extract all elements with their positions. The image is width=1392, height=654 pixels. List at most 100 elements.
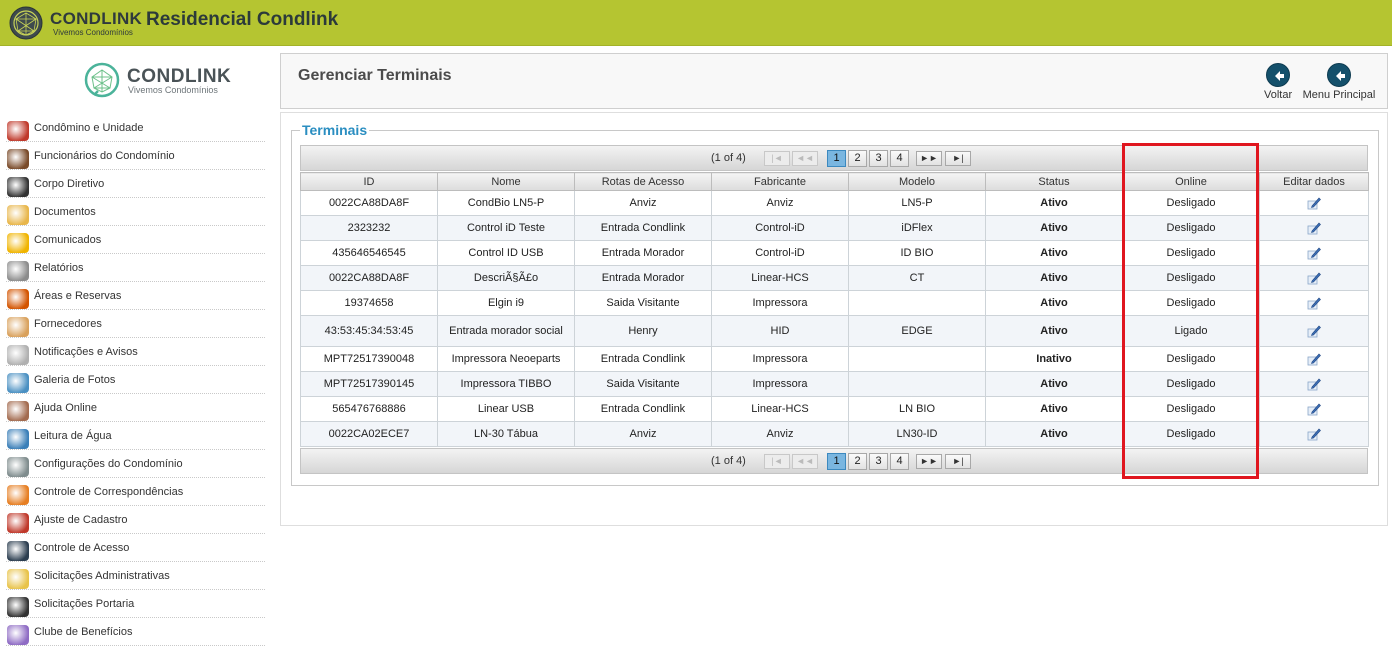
cell-status: Ativo [985, 421, 1123, 447]
pager-first-button[interactable]: |◄ [764, 454, 790, 469]
column-header-fabricante[interactable]: Fabricante [711, 172, 849, 191]
sidebar-item[interactable]: Controle de Correspondências [6, 478, 265, 506]
pager-page-4[interactable]: 4 [890, 453, 909, 470]
edit-pencil-icon[interactable] [1306, 195, 1322, 211]
pager-page-1[interactable]: 1 [827, 453, 846, 470]
sidebar-item[interactable]: Solicitações Administrativas [6, 562, 265, 590]
sidebar-item[interactable]: Fornecedores [6, 310, 265, 338]
pager-page-4[interactable]: 4 [890, 150, 909, 167]
cell-nome: Control ID USB [437, 240, 575, 266]
brand-tagline: Vivemos Condomínios [53, 28, 133, 37]
sidebar-item[interactable]: Funcionários do Condomínio [6, 142, 265, 170]
column-header-nome[interactable]: Nome [437, 172, 575, 191]
sidebar-item[interactable]: Áreas e Reservas [6, 282, 265, 310]
sidebar-item[interactable]: Comunicados [6, 226, 265, 254]
sidebar-item[interactable]: Condômino e Unidade [6, 114, 265, 142]
cell-id: 0022CA88DA8F [300, 190, 438, 216]
table-row[interactable]: 43:53:45:34:53:45 Entrada morador social H… [300, 315, 1369, 347]
report-icon [7, 261, 29, 281]
cell-editar [1259, 396, 1369, 422]
sidebar-item[interactable]: Controle de Acesso [6, 534, 265, 562]
sidebar-item[interactable]: Leitura de Água [6, 422, 265, 450]
sidebar-item[interactable]: Configurações do Condomínio [6, 450, 265, 478]
edit-pencil-icon[interactable] [1306, 220, 1322, 236]
edit-pencil-icon[interactable] [1306, 270, 1322, 286]
sidebar-item[interactable]: Documentos [6, 198, 265, 226]
column-header-id[interactable]: ID [300, 172, 438, 191]
water-icon [7, 429, 29, 449]
condlink-logo-icon[interactable] [8, 5, 44, 41]
pager-first-button[interactable]: |◄ [764, 151, 790, 166]
pager-prev-button[interactable]: ◄◄ [792, 151, 818, 166]
pager-last-button[interactable]: ►| [945, 454, 971, 469]
sidebar-item[interactable]: Solicitações Portaria [6, 590, 265, 618]
table-row[interactable]: MPT72517390145 Impressora TIBBO Saida Visi… [300, 371, 1369, 397]
cell-status: Ativo [985, 240, 1123, 266]
edit-pencil-icon[interactable] [1306, 245, 1322, 261]
sidebar-item[interactable]: Galeria de Fotos [6, 366, 265, 394]
sidebar-item-label: Áreas e Reservas [34, 290, 122, 302]
page-header: Gerenciar Terminais Voltar Menu Principa… [280, 53, 1388, 109]
pager-page-2[interactable]: 2 [848, 150, 867, 167]
cell-id: MPT72517390048 [300, 346, 438, 372]
cell-id: 2323232 [300, 215, 438, 241]
sidebar-item[interactable]: Ajuste de Cadastro [6, 506, 265, 534]
table-row[interactable]: 0022CA88DA8F DescriÃ§Ã£o Entrada Morador Li… [300, 265, 1369, 291]
back-button[interactable]: Voltar [1264, 63, 1292, 101]
pager-page-2[interactable]: 2 [848, 453, 867, 470]
cell-id: 435646546545 [300, 240, 438, 266]
sidebar-logo-icon[interactable] [82, 61, 122, 101]
cell-nome: Elgin i9 [437, 290, 575, 316]
table-row[interactable]: 2323232 Control iD Teste Entrada Condlink C… [300, 215, 1369, 241]
sidebar-item[interactable]: Notificações e Avisos [6, 338, 265, 366]
pager-last-button[interactable]: ►| [945, 151, 971, 166]
cell-status: Ativo [985, 265, 1123, 291]
edit-pencil-icon[interactable] [1306, 376, 1322, 392]
sidebar-item[interactable]: Clube de Benefícios [6, 618, 265, 646]
edit-pencil-icon[interactable] [1306, 351, 1322, 367]
edit-pencil-icon[interactable] [1306, 323, 1322, 339]
sidebar-item[interactable]: Ajuda Online [6, 394, 265, 422]
cell-modelo: CT [848, 265, 986, 291]
edit-pencil-icon[interactable] [1306, 401, 1322, 417]
sidebar-item[interactable]: Corpo Diretivo [6, 170, 265, 198]
cell-online: Desligado [1122, 421, 1260, 447]
cell-rotas: Entrada Condlink [574, 346, 712, 372]
table-row[interactable]: 0022CA88DA8F CondBio LN5-P Anviz Anviz LN5-P… [300, 190, 1369, 216]
column-header-rotas[interactable]: Rotas de Acesso [574, 172, 712, 191]
cell-id: 43:53:45:34:53:45 [300, 315, 438, 347]
cell-online: Desligado [1122, 396, 1260, 422]
cell-fabricante: Impressora [711, 371, 849, 397]
app-title: Residencial Condlink [146, 9, 339, 30]
cell-status: Ativo [985, 315, 1123, 347]
pager-info: (1 of 4) [711, 455, 746, 467]
settings-icon [7, 457, 29, 477]
sidebar-item-label: Controle de Correspondências [34, 486, 184, 498]
column-header-online[interactable]: Online [1122, 172, 1260, 191]
table-row[interactable]: 435646546545 Control ID USB Entrada Morado… [300, 240, 1369, 266]
notification-icon [7, 345, 29, 365]
pager-next-button[interactable]: ►► [916, 454, 942, 469]
pager-page-3[interactable]: 3 [869, 150, 888, 167]
pager-page-3[interactable]: 3 [869, 453, 888, 470]
table-row[interactable]: 565476768886 Linear USB Entrada Condlink Li… [300, 396, 1369, 422]
pager-next-button[interactable]: ►► [916, 151, 942, 166]
sidebar-item-label: Solicitações Portaria [34, 598, 135, 610]
column-header-status[interactable]: Status [985, 172, 1123, 191]
sidebar-menu: Condômino e Unidade Funcionários do Condo… [0, 114, 265, 646]
sidebar-logo-tagline: Vivemos Condomínios [128, 85, 218, 95]
edit-pencil-icon[interactable] [1306, 426, 1322, 442]
main-menu-button[interactable]: Menu Principal [1301, 63, 1377, 101]
sidebar-item-label: Ajuste de Cadastro [34, 514, 128, 526]
table-row[interactable]: 19374658 Elgin i9 Saida Visitante Impressor… [300, 290, 1369, 316]
pager-page-1[interactable]: 1 [827, 150, 846, 167]
cell-modelo: EDGE [848, 315, 986, 347]
edit-pencil-icon[interactable] [1306, 295, 1322, 311]
table-row[interactable]: MPT72517390048 Impressora Neoeparts Entrad… [300, 346, 1369, 372]
cell-modelo [848, 371, 986, 397]
sidebar-item[interactable]: Relatórios [6, 254, 265, 282]
sidebar-item-label: Documentos [34, 206, 96, 218]
pager-prev-button[interactable]: ◄◄ [792, 454, 818, 469]
table-row[interactable]: 0022CA02ECE7 LN-30 Tábua Anviz Anviz LN30-ID… [300, 421, 1369, 447]
column-header-modelo[interactable]: Modelo [848, 172, 986, 191]
